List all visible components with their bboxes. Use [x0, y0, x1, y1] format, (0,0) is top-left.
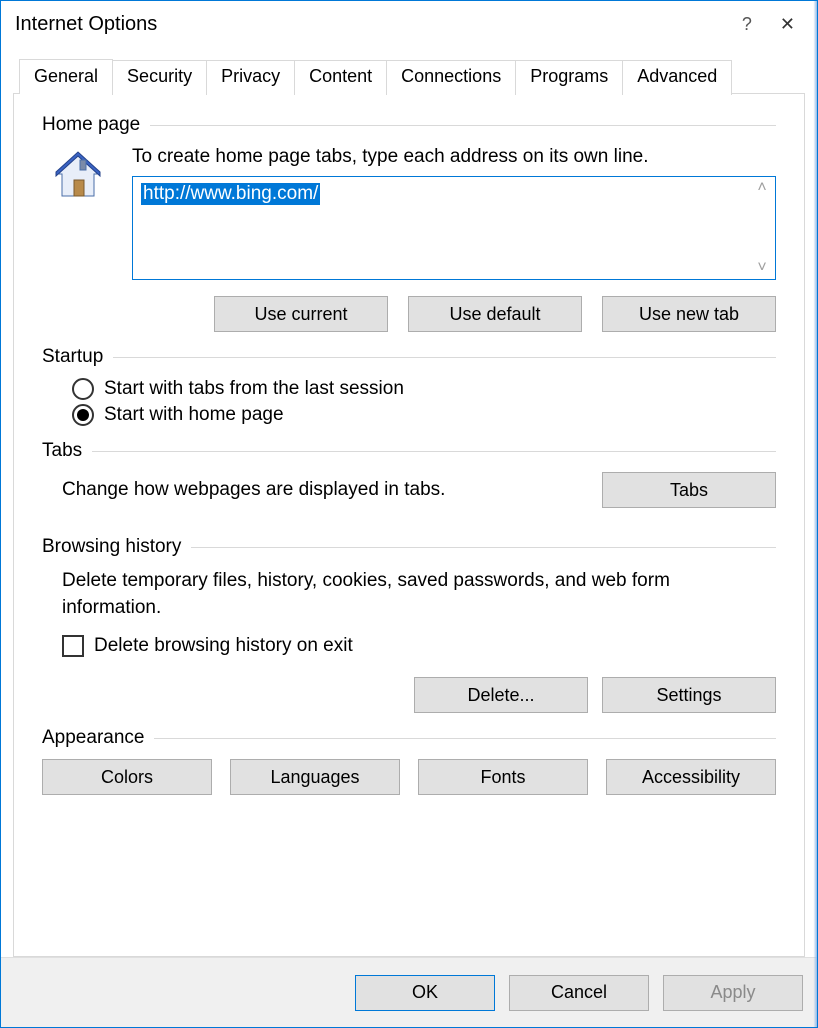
- divider: [92, 451, 776, 452]
- use-new-tab-button[interactable]: Use new tab: [602, 296, 776, 332]
- textarea-scrollbar[interactable]: ˄ ˅: [749, 177, 775, 279]
- divider: [191, 547, 776, 548]
- tabstrip: General Security Privacy Content Connect…: [13, 59, 805, 94]
- scroll-down-icon[interactable]: ˅: [757, 260, 766, 276]
- accessibility-button[interactable]: Accessibility: [606, 759, 776, 795]
- delete-history-on-exit-label: Delete browsing history on exit: [94, 635, 353, 657]
- ok-button[interactable]: OK: [355, 975, 495, 1011]
- tab-connections[interactable]: Connections: [386, 60, 516, 95]
- tab-security-label: Security: [127, 66, 192, 86]
- tab-content-panel: Home page To create home page tabs, type: [13, 93, 805, 957]
- dialog-window: Internet Options ? ✕ General Security Pr…: [0, 0, 818, 1028]
- homepage-url-value[interactable]: http://www.bing.com/: [141, 183, 320, 205]
- tab-programs[interactable]: Programs: [515, 60, 623, 95]
- fonts-button[interactable]: Fonts: [418, 759, 588, 795]
- divider: [150, 125, 776, 126]
- help-icon[interactable]: ?: [742, 14, 752, 35]
- tabs-button[interactable]: Tabs: [602, 472, 776, 508]
- titlebar: Internet Options ? ✕: [1, 1, 817, 47]
- history-description: Delete temporary files, history, cookies…: [42, 568, 776, 631]
- startup-last-session-radio[interactable]: [72, 378, 94, 400]
- delete-history-on-exit-checkbox[interactable]: [62, 635, 84, 657]
- tab-programs-label: Programs: [530, 66, 608, 86]
- tabs-group-title: Tabs: [42, 440, 82, 462]
- tab-general[interactable]: General: [19, 59, 113, 94]
- history-group-title: Browsing history: [42, 536, 181, 558]
- homepage-url-textarea[interactable]: http://www.bing.com/ ˄ ˅: [132, 176, 776, 280]
- startup-home-page-label: Start with home page: [104, 404, 284, 426]
- scroll-up-icon[interactable]: ˄: [757, 180, 766, 196]
- dialog-footer: OK Cancel Apply: [1, 957, 817, 1027]
- homepage-help-text: To create home page tabs, type each addr…: [132, 146, 776, 168]
- tabs-group: Tabs Change how webpages are displayed i…: [42, 440, 776, 508]
- delete-history-button[interactable]: Delete...: [414, 677, 588, 713]
- tab-connections-label: Connections: [401, 66, 501, 86]
- languages-button[interactable]: Languages: [230, 759, 400, 795]
- apply-button[interactable]: Apply: [663, 975, 803, 1011]
- startup-home-page-radio[interactable]: [72, 404, 94, 426]
- tabs-description: Change how webpages are displayed in tab…: [42, 479, 582, 501]
- appearance-group: Appearance Colors Languages Fonts Access…: [42, 727, 776, 795]
- close-icon[interactable]: ✕: [780, 14, 795, 35]
- tab-advanced-label: Advanced: [637, 66, 717, 86]
- appearance-group-title: Appearance: [42, 727, 144, 749]
- window-title: Internet Options: [15, 13, 157, 36]
- homepage-group-title: Home page: [42, 114, 140, 136]
- use-default-button[interactable]: Use default: [408, 296, 582, 332]
- titlebar-controls: ? ✕: [742, 14, 817, 35]
- history-group: Browsing history Delete temporary files,…: [42, 536, 776, 713]
- tab-security[interactable]: Security: [112, 60, 207, 95]
- tab-general-label: General: [34, 66, 98, 86]
- tab-content-label: Content: [309, 66, 372, 86]
- tab-content[interactable]: Content: [294, 60, 387, 95]
- history-settings-button[interactable]: Settings: [602, 677, 776, 713]
- startup-group: Startup Start with tabs from the last se…: [42, 346, 776, 426]
- tab-privacy-label: Privacy: [221, 66, 280, 86]
- cancel-button[interactable]: Cancel: [509, 975, 649, 1011]
- divider: [154, 738, 776, 739]
- homepage-group: Home page To create home page tabs, type: [42, 114, 776, 332]
- use-current-button[interactable]: Use current: [214, 296, 388, 332]
- tab-privacy[interactable]: Privacy: [206, 60, 295, 95]
- divider: [113, 357, 776, 358]
- tab-advanced[interactable]: Advanced: [622, 60, 732, 95]
- home-icon: [42, 146, 114, 204]
- startup-last-session-label: Start with tabs from the last session: [104, 378, 404, 400]
- colors-button[interactable]: Colors: [42, 759, 212, 795]
- startup-group-title: Startup: [42, 346, 103, 368]
